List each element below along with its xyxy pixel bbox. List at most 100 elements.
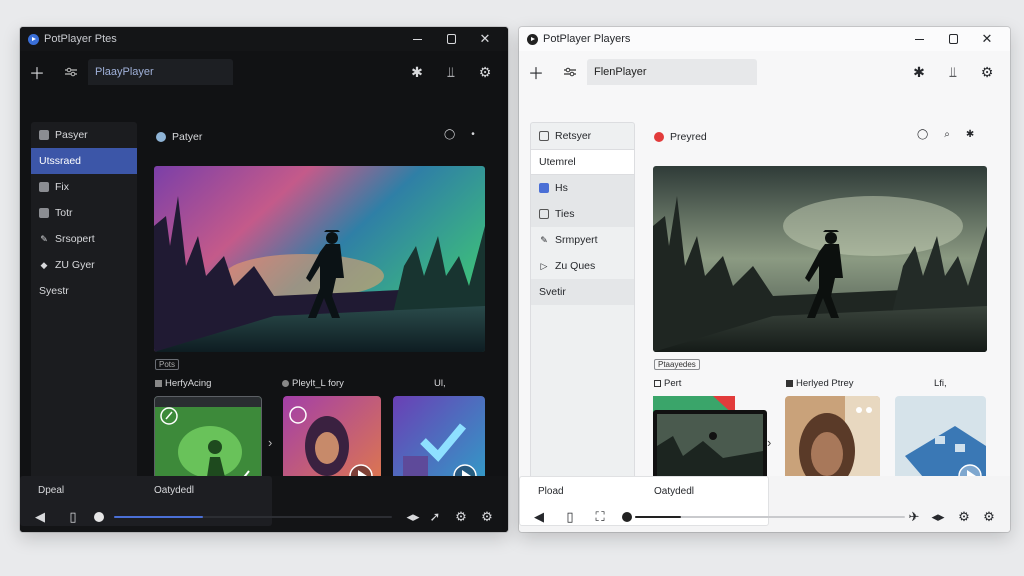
forward-icon[interactable]: ➚ (426, 508, 444, 526)
sidebar-item-hs[interactable]: Hs (531, 175, 634, 201)
gear-icon[interactable]: ⚙ (980, 508, 998, 526)
square-icon (539, 209, 549, 219)
output-label: Oatydedl (154, 485, 195, 496)
thumb-label: Herlyed Ptrey (786, 378, 854, 389)
settings-icon[interactable]: ⚙ (452, 508, 470, 526)
chevron-right-icon[interactable]: › (767, 435, 771, 450)
thumb-label: Pleylt_L fory (282, 378, 344, 389)
seek-progress (114, 516, 203, 518)
content-header: Patyer (156, 129, 202, 145)
equalizer-icon[interactable]: ⫫ (936, 58, 970, 86)
content-title: Preyred (670, 131, 707, 143)
thumb-label-text: Pleylt_L fory (292, 378, 344, 389)
sliders-icon[interactable] (553, 58, 587, 86)
toolbar: ＋ PlaayPlayer ✱ ⫫ ⚙ (20, 58, 508, 86)
video-preview[interactable] (154, 166, 485, 352)
title-bar[interactable]: PotPlayer Players ✕ (519, 27, 1010, 51)
record-icon (654, 132, 664, 142)
grid-icon (39, 130, 49, 140)
output-label: Oatydedl (654, 486, 695, 497)
tab-player[interactable]: FlenPlayer (587, 59, 757, 85)
sidebar-item-used[interactable]: Utssraed (31, 148, 137, 174)
window-controls: ✕ (902, 27, 1004, 51)
preview-chip[interactable]: Pots (155, 359, 180, 370)
control-row: ◀ ▯ ⛶ ✈ ◂▸ ⚙ ⚙ (519, 508, 1010, 526)
control-row: ◀ ▯ ◂▸ ➚ ⚙ ⚙ (20, 508, 508, 526)
title-bar[interactable]: PotPlayer Ptes ✕ (20, 27, 508, 51)
thumb-label-text: HerfyAcing (165, 378, 212, 389)
sidebar-item-system[interactable]: Syestr (31, 278, 137, 304)
volume-icon[interactable]: ◀ (31, 508, 49, 526)
sidebar-item-support[interactable]: ✎ Srsopert (31, 226, 137, 252)
maximize-button[interactable] (936, 27, 970, 51)
sidebar-item-label: Hs (555, 182, 568, 194)
sidebar-item-player[interactable]: Retsyer (531, 123, 634, 149)
app-logo-icon (28, 33, 39, 45)
equalizer-icon[interactable]: ⫫ (434, 58, 468, 86)
sidebar-item-used[interactable]: Utemrel (531, 149, 634, 175)
search-icon[interactable]: ⌕ (944, 129, 950, 145)
settings-icon[interactable]: ⚙ (955, 508, 973, 526)
seek-progress (635, 516, 681, 518)
sidebar-item-player[interactable]: Pasyer (31, 122, 137, 148)
sidebar-item-support[interactable]: ✎ Srmpyert (531, 227, 634, 253)
header-actions: ◯ ⌕ ✱ (917, 129, 974, 145)
fullscreen-icon[interactable]: ⛶ (591, 508, 609, 526)
thumb-label: Ul, (434, 378, 446, 389)
airplane-icon[interactable]: ✈ (905, 508, 923, 526)
sidebar-item-label: ZU Gyer (55, 259, 95, 271)
settings-small-icon[interactable]: ✱ (966, 129, 974, 145)
video-preview[interactable] (653, 166, 987, 352)
phone-icon[interactable]: ▯ (64, 508, 82, 526)
gear-icon[interactable]: ⚙ (468, 58, 502, 86)
sidebar: Retsyer Utemrel Hs Ties ✎ Srmpyert ▷ Zu Qu… (530, 122, 635, 494)
thumb-label-text: Pert (664, 378, 682, 389)
add-button[interactable]: ＋ (519, 58, 553, 86)
more-icon[interactable]: • (471, 129, 475, 145)
window-title: PotPlayer Players (543, 33, 631, 45)
puzzle-icon[interactable]: ✱ (400, 58, 434, 86)
thumb-label: HerfyAcing (155, 378, 211, 389)
chevron-right-icon[interactable]: › (268, 435, 272, 450)
sidebar-item-ties[interactable]: Ties (531, 201, 634, 227)
window-title: PotPlayer Ptes (44, 33, 117, 45)
skip-icon[interactable]: ◂▸ (404, 508, 422, 526)
close-button[interactable]: ✕ (468, 27, 502, 51)
maximize-button[interactable] (434, 27, 468, 51)
seek-bar[interactable] (114, 516, 392, 518)
chat-icon[interactable]: ◯ (444, 129, 455, 145)
seek-knob[interactable] (622, 512, 632, 522)
sidebar-item-zu[interactable]: ▷ Zu Ques (531, 253, 634, 279)
puzzle-icon[interactable]: ✱ (902, 58, 936, 86)
chat-icon[interactable]: ◯ (917, 129, 928, 145)
gear-icon[interactable]: ⚙ (478, 508, 496, 526)
sidebar-item-zu[interactable]: ◆ ZU Gyer (31, 252, 137, 278)
sidebar-item-totr[interactable]: Totr (31, 200, 137, 226)
close-button[interactable]: ✕ (970, 27, 1004, 51)
grid-icon (539, 131, 549, 141)
sidebar: Pasyer Utssraed Fix Totr ✎ Srsopert ◆ ZU G… (31, 122, 137, 494)
sidebar-item-system[interactable]: Svetir (531, 279, 634, 305)
grid-icon (786, 380, 793, 387)
sidebar-item-label: Srsopert (55, 233, 95, 245)
preview-chip[interactable]: Ptaayedes (654, 359, 700, 370)
gear-icon[interactable]: ⚙ (970, 58, 1004, 86)
add-button[interactable]: ＋ (20, 58, 54, 86)
grid-icon (155, 380, 162, 387)
minimize-button[interactable] (400, 27, 434, 51)
skip-icon[interactable]: ◂▸ (929, 508, 947, 526)
sidebar-item-label: Fix (55, 181, 69, 193)
tab-player[interactable]: PlaayPlayer (88, 59, 233, 85)
seek-knob[interactable] (94, 512, 104, 522)
toolbar-right: ✱ ⫫ ⚙ (400, 58, 502, 86)
header-actions: ◯ • (444, 129, 475, 145)
sidebar-item-fix[interactable]: Fix (31, 174, 137, 200)
globe-icon (156, 132, 166, 142)
minimize-button[interactable] (902, 27, 936, 51)
sliders-icon[interactable] (54, 58, 88, 86)
phone-icon[interactable]: ▯ (561, 508, 579, 526)
seek-bar[interactable] (635, 516, 905, 518)
volume-icon[interactable]: ◀ (530, 508, 548, 526)
pen-icon: ✎ (540, 234, 548, 245)
app-logo-icon (527, 33, 538, 45)
